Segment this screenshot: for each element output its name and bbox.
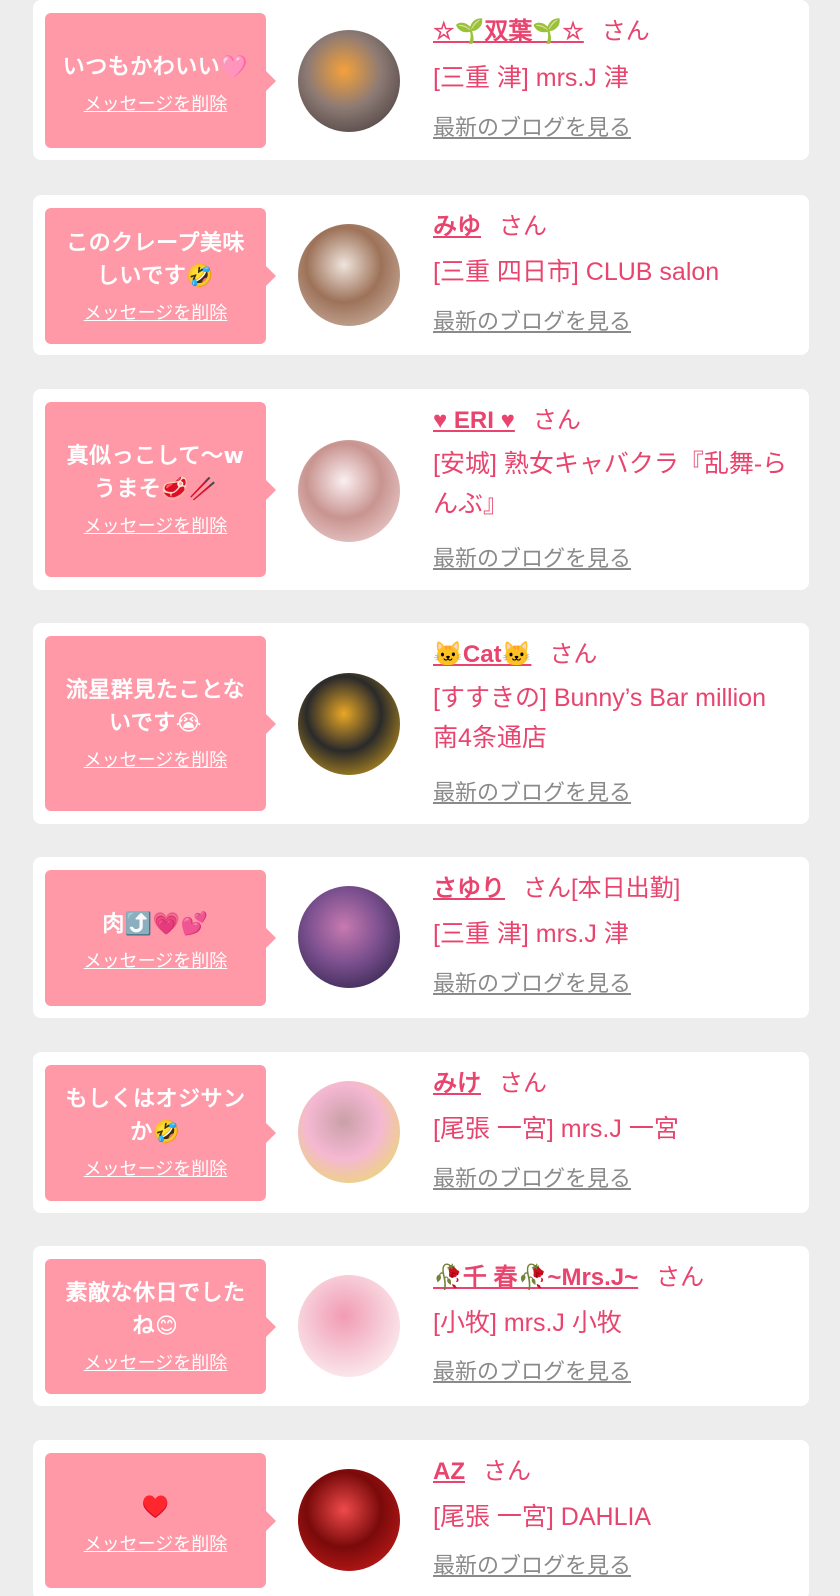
message-card: 流星群見たことないです😭 メッセージを削除 🐱Cat🐱 さん [すすきの] Bunny’… [33, 623, 809, 824]
avatar[interactable] [298, 673, 400, 775]
message-text: もしくはオジサンか🤣 [65, 1087, 246, 1145]
user-name-link[interactable]: さゆり [433, 875, 505, 902]
message-text: 流星群見たことないです😭 [65, 678, 246, 736]
message-list: いつもかわいい🩷 メッセージを削除 ☆🌱双葉🌱☆ さん [三重 津] mrs.J 津最新… [0, 0, 840, 1596]
user-info: ♥ ERI ♥ さん [安城] 熟女キャバクラ『乱舞-らんぶ』最新のブログを見る [433, 405, 797, 590]
shop-name: [小牧] mrs.J 小牧 [433, 1309, 622, 1337]
name-line: みけ さん [433, 1068, 797, 1100]
message-text: 素敵な休日でしたね😊 [65, 1281, 246, 1339]
latest-blog-link[interactable]: 最新のブログを見る [433, 778, 631, 808]
status-label: [本日出勤] [571, 875, 681, 902]
avatar[interactable] [298, 1081, 400, 1183]
delete-message-link[interactable]: メッセージを削除 [84, 750, 228, 772]
honorific: さん [499, 1070, 547, 1097]
shop-name: [尾張 一宮] mrs.J 一宮 [433, 1115, 679, 1143]
user-info: 🥀千 春🥀~Mrs.J~ さん [小牧] mrs.J 小牧 最新のブログを見る [433, 1262, 797, 1406]
honorific: さん [532, 407, 581, 434]
name-line: 🥀千 春🥀~Mrs.J~ さん [433, 1262, 797, 1294]
shop-name: [すすきの] Bunny’s Bar million 南4条通店 [433, 684, 766, 752]
honorific: さん [483, 1458, 531, 1485]
user-name-link[interactable]: 🥀千 春🥀~Mrs.J~ [433, 1264, 638, 1291]
latest-blog-link[interactable]: 最新のブログを見る [433, 969, 631, 999]
delete-message-link[interactable]: メッセージを削除 [84, 951, 228, 973]
delete-message-link[interactable]: メッセージを削除 [84, 303, 228, 325]
message-bubble: もしくはオジサンか🤣 メッセージを削除 [45, 1065, 276, 1201]
honorific: さん [549, 641, 598, 668]
message-card: ♥️ メッセージを削除 AZ さん [尾張 一宮] DAHLIA 最新のブログを見る [33, 1440, 809, 1596]
latest-blog-link[interactable]: 最新のブログを見る [433, 307, 631, 337]
message-bubble: 流星群見たことないです😭 メッセージを削除 [45, 636, 276, 811]
delete-message-link[interactable]: メッセージを削除 [84, 94, 228, 116]
avatar[interactable] [298, 30, 400, 132]
user-info: AZ さん [尾張 一宮] DAHLIA 最新のブログを見る [433, 1456, 797, 1596]
honorific: さん [523, 875, 571, 902]
message-text: 肉⤴️💗💕 [102, 912, 209, 937]
latest-blog-link[interactable]: 最新のブログを見る [433, 544, 631, 574]
message-card: いつもかわいい🩷 メッセージを削除 ☆🌱双葉🌱☆ さん [三重 津] mrs.J 津最新… [33, 0, 809, 160]
user-info: 🐱Cat🐱 さん [すすきの] Bunny’s Bar million 南4条通店最… [433, 639, 797, 824]
shop-name: [三重 津] mrs.J 津 [433, 64, 629, 92]
honorific: さん [601, 18, 650, 45]
message-bubble: 真似っこして〜w うまそ🥩🥢 メッセージを削除 [45, 402, 276, 577]
message-bubble: 肉⤴️💗💕 メッセージを削除 [45, 870, 276, 1006]
delete-message-link[interactable]: メッセージを削除 [84, 1534, 228, 1556]
delete-message-link[interactable]: メッセージを削除 [84, 1353, 228, 1375]
user-info: さゆり さん[本日出勤] [三重 津] mrs.J 津最新のブログを見る [433, 873, 797, 1018]
name-line: 🐱Cat🐱 さん [433, 639, 797, 671]
name-line: さゆり さん[本日出勤] [433, 873, 797, 905]
message-text: いつもかわいい🩷 [62, 55, 249, 80]
user-name-link[interactable]: AZ [433, 1458, 465, 1485]
name-line: AZ さん [433, 1456, 797, 1488]
latest-blog-link[interactable]: 最新のブログを見る [433, 1551, 631, 1581]
message-text: 真似っこして〜w うまそ🥩🥢 [66, 444, 245, 502]
message-card: 真似っこして〜w うまそ🥩🥢 メッセージを削除 ♥ ERI ♥ さん [安城] 熟女キャ… [33, 389, 809, 590]
message-bubble: このクレープ美味しいです🤣 メッセージを削除 [45, 208, 276, 344]
avatar[interactable] [298, 886, 400, 988]
honorific: さん [499, 213, 547, 240]
shop-name: [尾張 一宮] DAHLIA [433, 1503, 652, 1531]
shop-name: [安城] 熟女キャバクラ『乱舞-らんぶ』 [433, 450, 788, 518]
name-line: ☆🌱双葉🌱☆ さん [433, 16, 797, 48]
message-text: このクレープ美味しいです🤣 [66, 231, 245, 289]
name-line: ♥ ERI ♥ さん [433, 405, 797, 437]
avatar[interactable] [298, 440, 400, 542]
message-card: もしくはオジサンか🤣 メッセージを削除 みけ さん [尾張 一宮] mrs.J 一宮 最新… [33, 1052, 809, 1213]
shop-name: [三重 津] mrs.J 津 [433, 920, 629, 948]
latest-blog-link[interactable]: 最新のブログを見る [433, 1357, 631, 1387]
message-card: 素敵な休日でしたね😊 メッセージを削除 🥀千 春🥀~Mrs.J~ さん [小牧] mrs… [33, 1246, 809, 1406]
user-name-link[interactable]: みけ [433, 1070, 481, 1097]
delete-message-link[interactable]: メッセージを削除 [84, 516, 228, 538]
message-card: このクレープ美味しいです🤣 メッセージを削除 みゆ さん [三重 四日市] CLUB s… [33, 195, 809, 355]
name-line: みゆ さん [433, 211, 797, 243]
avatar[interactable] [298, 1275, 400, 1377]
avatar[interactable] [298, 224, 400, 326]
avatar[interactable] [298, 1469, 400, 1571]
shop-name: [三重 四日市] CLUB salon [433, 258, 720, 286]
user-name-link[interactable]: 🐱Cat🐱 [433, 641, 531, 668]
user-name-link[interactable]: みゆ [433, 213, 481, 240]
honorific: さん [656, 1264, 705, 1291]
user-info: みゆ さん [三重 四日市] CLUB salon 最新のブログを見る [433, 211, 797, 355]
message-card: 肉⤴️💗💕 メッセージを削除 さゆり さん[本日出勤] [三重 津] mrs.J 津最新… [33, 857, 809, 1018]
latest-blog-link[interactable]: 最新のブログを見る [433, 1164, 631, 1194]
message-bubble: 素敵な休日でしたね😊 メッセージを削除 [45, 1259, 276, 1394]
message-text: ♥️ [141, 1495, 170, 1520]
message-bubble: ♥️ メッセージを削除 [45, 1453, 276, 1588]
user-info: ☆🌱双葉🌱☆ さん [三重 津] mrs.J 津最新のブログを見る [433, 16, 797, 160]
message-bubble: いつもかわいい🩷 メッセージを削除 [45, 13, 276, 148]
user-name-link[interactable]: ♥ ERI ♥ [433, 407, 515, 434]
user-info: みけ さん [尾張 一宮] mrs.J 一宮 最新のブログを見る [433, 1068, 797, 1213]
user-name-link[interactable]: ☆🌱双葉🌱☆ [433, 18, 584, 45]
latest-blog-link[interactable]: 最新のブログを見る [433, 113, 631, 143]
delete-message-link[interactable]: メッセージを削除 [84, 1159, 228, 1181]
